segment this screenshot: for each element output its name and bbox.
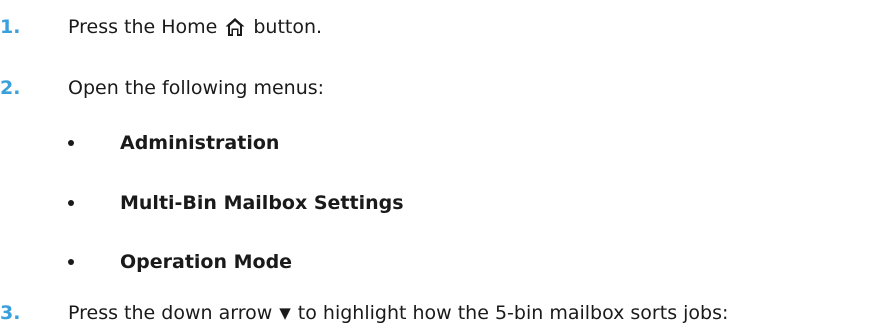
bullet-icon bbox=[68, 140, 74, 146]
menu-item-operation-mode: Operation Mode bbox=[68, 249, 292, 275]
step-number: 2. bbox=[0, 77, 21, 99]
bullet-icon bbox=[68, 200, 74, 206]
step-1: 1. Press the Home button. bbox=[0, 14, 872, 40]
step-number: 1. bbox=[0, 16, 21, 38]
menu-item-administration: Administration bbox=[68, 130, 279, 156]
step-text: Press the Home button. bbox=[68, 14, 322, 40]
bullet-icon bbox=[68, 259, 74, 265]
step-number: 3. bbox=[0, 302, 21, 324]
step-text-before: Press the Home bbox=[68, 16, 218, 38]
step-3: 3. Press the down arrow ▼ to highlight h… bbox=[0, 300, 872, 326]
step-2: 2. Open the following menus: bbox=[0, 75, 872, 101]
menu-label: Administration bbox=[120, 132, 280, 154]
menu-item-multi-bin-mailbox-settings: Multi-Bin Mailbox Settings bbox=[68, 190, 404, 216]
menu-label: Operation Mode bbox=[120, 251, 293, 273]
step-text: Press the down arrow ▼ to highlight how … bbox=[68, 300, 728, 326]
step-text-before: Press the down arrow bbox=[68, 302, 273, 324]
step-text-after: button. bbox=[253, 16, 323, 38]
home-icon bbox=[224, 16, 246, 38]
step-text-after: to highlight how the 5-bin mailbox sorts… bbox=[297, 302, 729, 324]
step-text: Open the following menus: bbox=[68, 77, 325, 99]
menu-label: Multi-Bin Mailbox Settings bbox=[120, 192, 404, 214]
down-arrow-icon: ▼ bbox=[279, 303, 291, 322]
